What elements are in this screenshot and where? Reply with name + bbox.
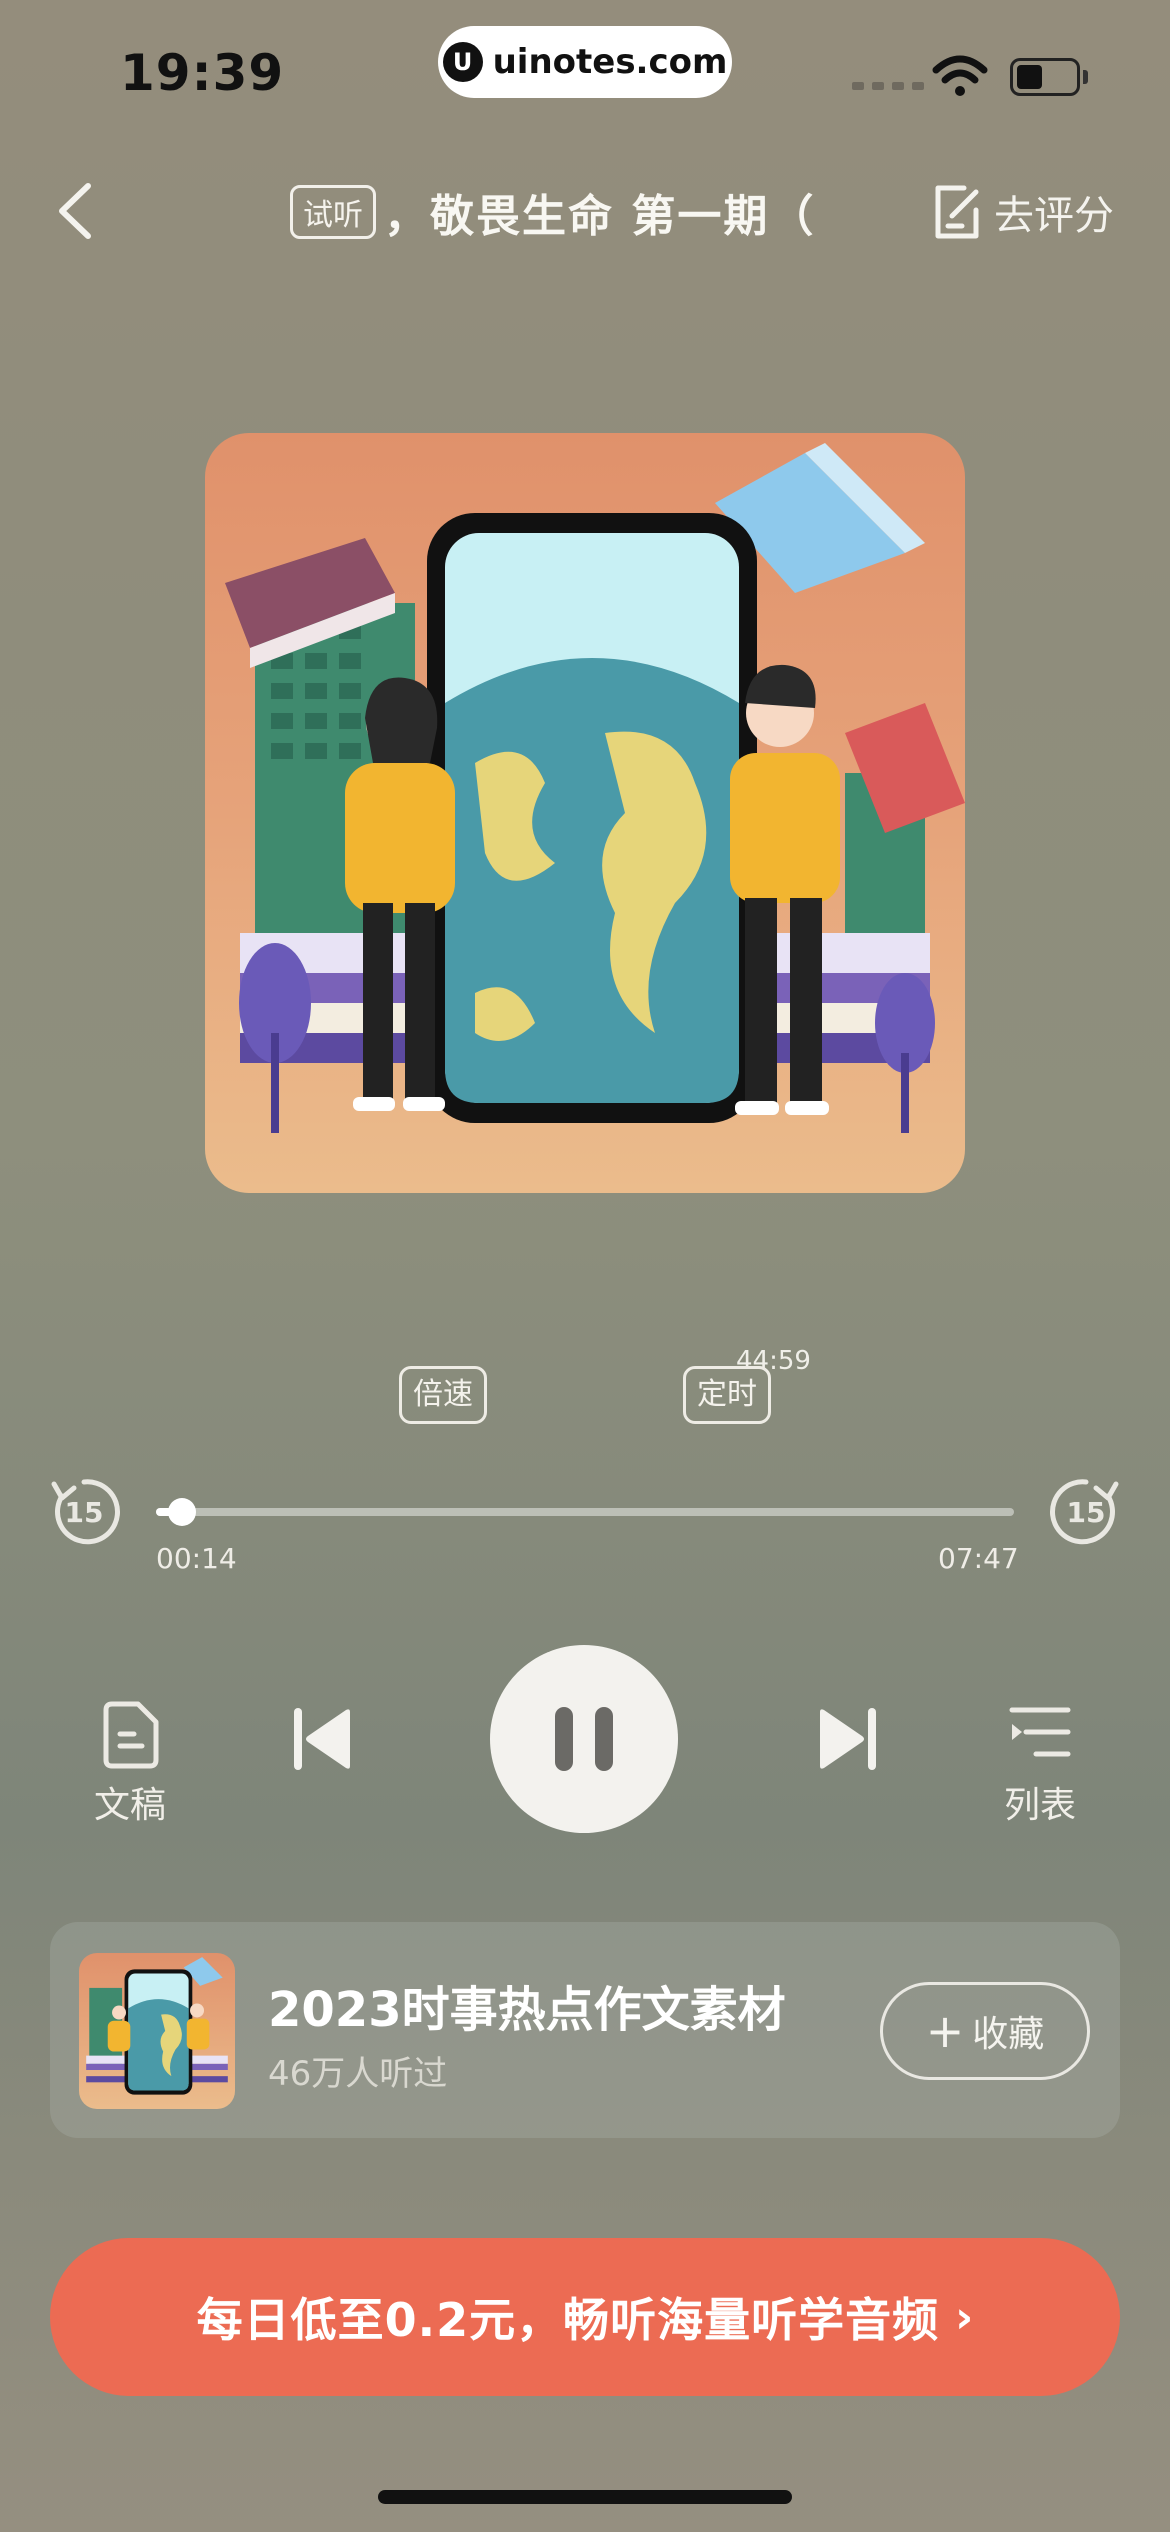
pause-bar-right [595,1707,613,1771]
promo-text: 每日低至0.2元，畅听海量听学音频 [196,2293,940,2347]
status-time: 19:39 [120,44,285,102]
favorite-button[interactable]: + 收藏 [880,1982,1090,2080]
rate-label: 去评分 [994,193,1114,239]
sleep-timer-button[interactable]: 定时 [683,1366,771,1424]
skip-back-label: 15 [65,1496,104,1529]
progress-thumb[interactable] [167,1498,196,1526]
cellular-signal-icon [852,82,924,90]
album-thumbnail[interactable] [79,1953,235,2109]
album-listener-count: 46万人听过 [268,2054,448,2094]
total-time: 07:47 [938,1542,1019,1575]
album-title[interactable]: 2023时事热点作文素材 [268,1970,786,2040]
pause-bar-left [555,1707,573,1771]
skip-back-15-button[interactable]: 15 [46,1474,122,1554]
trial-badge: 试听 [290,185,376,239]
rate-button[interactable]: 去评分 [930,182,1114,242]
previous-track-icon[interactable] [290,1704,356,1774]
favorite-label: 收藏 [972,2014,1045,2055]
rewind-15-icon: 15 [51,1479,120,1545]
wifi-icon [932,55,988,96]
playlist-icon [1009,1707,1071,1757]
url-pill: U uinotes.com [438,26,732,98]
edit-note-icon [935,185,979,239]
transcript-label: 文稿 [93,1785,166,1826]
skip-forward-15-button[interactable]: 15 [1048,1474,1124,1554]
playlist-label: 列表 [1003,1785,1076,1826]
transcript-button[interactable]: 文稿 [80,1700,180,1828]
episode-title-marquee: 试听 ，敬畏生命 第一期（ [290,180,880,244]
pause-button[interactable] [490,1645,678,1833]
current-time: 00:14 [156,1542,237,1575]
membership-promo-button[interactable]: 每日低至0.2元，畅听海量听学音频 › [50,2238,1120,2396]
cover-illustration [225,443,965,1133]
url-text: uinotes.com [492,42,728,82]
back-chevron-icon[interactable] [50,176,100,246]
plus-icon: + [925,2004,965,2058]
playback-speed-button[interactable]: 倍速 [399,1366,487,1424]
playlist-button[interactable]: 列表 [990,1700,1090,1828]
document-icon [103,1701,159,1769]
album-cover-art [205,433,965,1193]
skip-forward-label: 15 [1067,1496,1106,1529]
forward-15-icon: 15 [1050,1479,1119,1545]
site-logo-icon: U [442,42,483,82]
battery-cap [1083,70,1088,84]
album-thumbnail-illustration [86,1957,228,2095]
next-track-icon[interactable] [814,1704,880,1774]
battery-icon [1010,58,1080,96]
progress-track[interactable] [156,1508,1014,1516]
episode-title: ，敬畏生命 第一期（ [384,191,816,242]
home-indicator [378,2490,792,2504]
chevron-right-icon: › [955,2291,974,2343]
